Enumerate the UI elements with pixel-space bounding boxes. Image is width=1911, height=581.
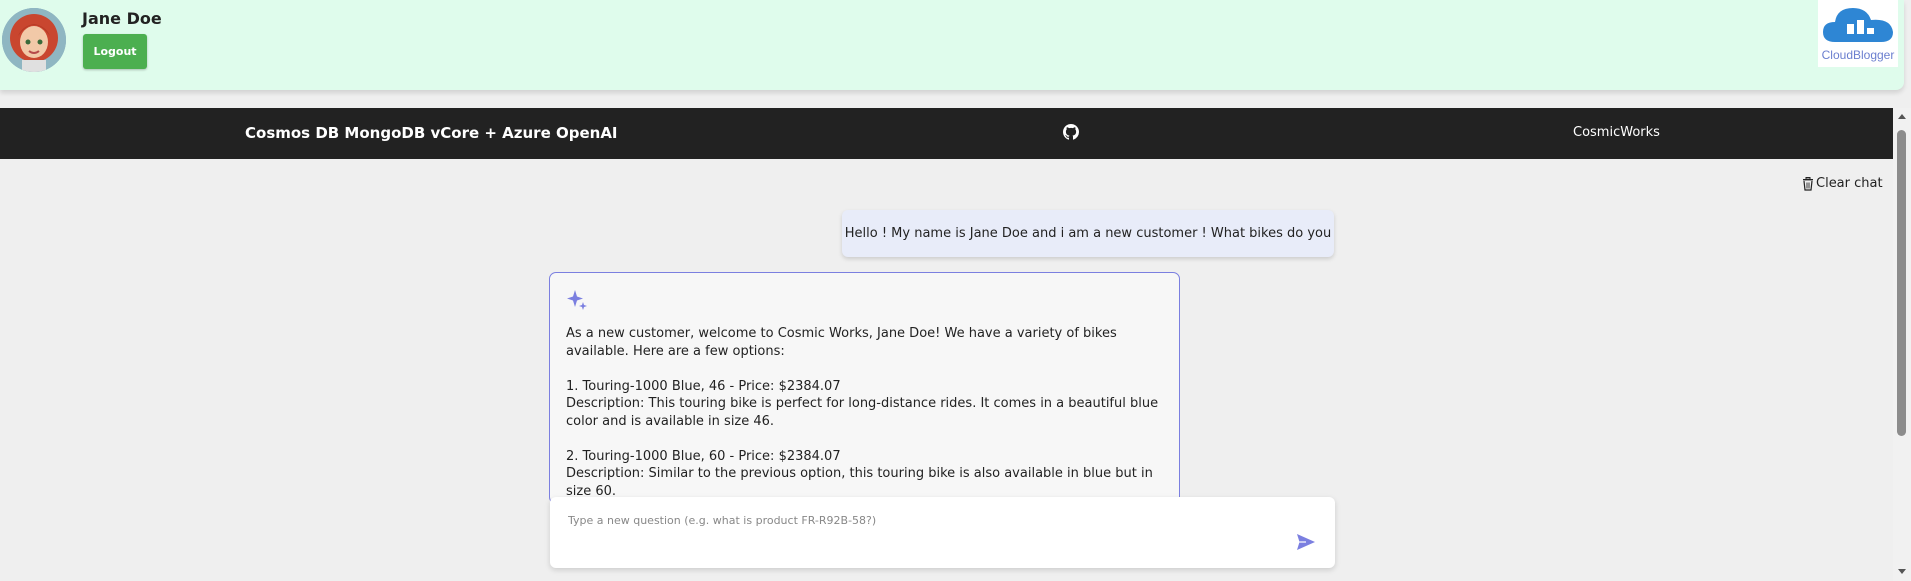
sparkle-icon [567,290,587,310]
user-avatar [2,8,66,72]
brand-name: CloudBlogger [1821,48,1895,62]
cloudblogger-logo[interactable]: CloudBlogger [1818,0,1898,67]
user-name: Jane Doe [82,9,162,28]
product-1-title: 1. Touring-1000 Blue, 46 - Price: $2384.… [566,378,841,394]
cosmicworks-link[interactable]: CosmicWorks [1573,125,1660,140]
clear-chat-button[interactable]: Clear chat [1802,176,1883,191]
scroll-thumb[interactable] [1897,130,1906,436]
question-input-box[interactable] [550,497,1335,568]
user-message: Hello ! My name is Jane Doe and i am a n… [842,210,1334,288]
assistant-intro: As a new customer, welcome to Cosmic Wor… [566,326,1117,359]
scroll-up-icon[interactable] [1898,114,1906,119]
clear-chat-label: Clear chat [1816,176,1883,191]
app-title[interactable]: Cosmos DB MongoDB vCore + Azure OpenAI [245,124,618,142]
trash-icon [1803,176,1813,191]
github-icon[interactable] [1063,124,1079,140]
product-2-title: 2. Touring-1000 Blue, 60 - Price: $2384.… [566,448,841,464]
send-icon[interactable] [1296,533,1316,551]
logout-button[interactable]: Logout [83,34,147,69]
navbar: Cosmos DB MongoDB vCore + Azure OpenAI C… [0,108,1893,159]
product-1-description: Description: This touring bike is perfec… [566,396,1159,429]
question-input[interactable] [566,509,1250,531]
user-header: Jane Doe Logout CloudBlogger [0,0,1904,90]
page-scrollbar[interactable] [1893,108,1911,581]
cloud-logo-icon [1823,8,1893,42]
assistant-message: As a new customer, welcome to Cosmic Wor… [549,272,1180,504]
scroll-down-icon[interactable] [1898,569,1906,574]
product-2-description: Description: Similar to the previous opt… [566,466,1153,499]
